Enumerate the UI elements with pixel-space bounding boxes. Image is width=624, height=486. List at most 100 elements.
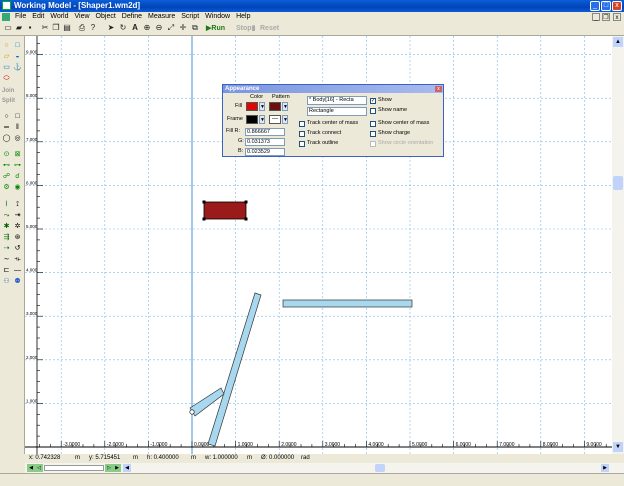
menu-window[interactable]: Window <box>202 12 233 22</box>
menu-world[interactable]: World <box>47 12 71 22</box>
menu-object[interactable]: Object <box>93 12 119 22</box>
zoom-box-icon[interactable]: ⧉ <box>190 23 200 33</box>
multi-body-tool-icon[interactable]: ⚉ <box>13 277 22 286</box>
frame-line-style-swatch[interactable]: — <box>269 115 281 124</box>
paste-icon[interactable]: ▤ <box>62 23 72 33</box>
keyed-curved-tool-icon[interactable]: ☌ <box>13 172 22 181</box>
tape-end-icon[interactable]: ▶ <box>113 464 121 472</box>
curved-joint-tool-icon[interactable]: ☍ <box>2 172 11 181</box>
circle-tool-icon[interactable]: ○ <box>2 41 11 50</box>
rigid-joint-tool-icon[interactable]: ⊠ <box>13 150 22 159</box>
pin-joint-tool-icon[interactable]: ⊙ <box>2 150 11 159</box>
playback-tape-slider[interactable] <box>44 465 104 471</box>
save-icon[interactable]: ▪ <box>25 23 35 33</box>
mdi-close-button[interactable]: x <box>613 13 621 21</box>
slot-tool-icon[interactable]: ═ <box>2 123 11 132</box>
red-value-input[interactable]: 0.866667 <box>245 128 285 136</box>
rotational-damper-tool-icon[interactable]: ✲ <box>13 222 22 231</box>
scroll-left-arrow-icon[interactable]: ◀ <box>123 464 131 472</box>
fill-color-dropdown-icon[interactable]: ▼ <box>259 102 265 111</box>
rotate-tool-icon[interactable]: ↻ <box>118 23 128 33</box>
dialog-close-button[interactable]: x <box>435 86 442 92</box>
anchor-tool-icon[interactable]: ⚓ <box>13 63 22 72</box>
frame-line-dropdown-icon[interactable]: ▼ <box>282 115 288 124</box>
fill-pattern-swatch[interactable] <box>269 102 281 111</box>
close-button[interactable]: x <box>612 1 622 11</box>
rectangle-tool-icon[interactable]: ▭ <box>2 63 11 72</box>
show-charge-checkbox[interactable] <box>370 131 376 137</box>
blue-value-input[interactable]: 0.023529 <box>245 148 285 156</box>
frame-color-dropdown-icon[interactable]: ▼ <box>259 115 265 124</box>
run-button[interactable]: ▶Run <box>206 23 225 34</box>
minimize-button[interactable]: _ <box>590 1 600 11</box>
pan-icon[interactable]: ✛ <box>178 23 188 33</box>
curved-slot-tool-icon[interactable]: ◯ <box>2 134 11 143</box>
vertical-slot-tool-icon[interactable]: ‖ <box>13 123 22 132</box>
stop-button[interactable]: Stop▮ <box>236 23 255 34</box>
spring-tool-icon[interactable]: ⌇ <box>2 200 11 209</box>
slot-joint-tool-icon[interactable]: ⊶ <box>13 161 22 170</box>
menu-edit[interactable]: Edit <box>29 12 47 22</box>
horizontal-scroll-thumb[interactable] <box>375 464 385 472</box>
frame-color-swatch[interactable] <box>246 115 258 124</box>
pointer-tool-icon[interactable]: ➤ <box>106 23 116 33</box>
menu-measure[interactable]: Measure <box>145 12 178 22</box>
cut-icon[interactable]: ✂ <box>40 23 50 33</box>
show-checkbox[interactable]: ✓ <box>370 98 376 104</box>
new-file-icon[interactable]: ▭ <box>3 23 13 33</box>
scroll-up-arrow-icon[interactable]: ▲ <box>613 37 623 47</box>
mdi-restore-button[interactable]: ❐ <box>602 13 610 21</box>
separator-tool-icon[interactable]: ⇥ <box>13 211 22 220</box>
pulley-tool-icon[interactable]: ◉ <box>13 183 22 192</box>
zoom-fit-icon[interactable]: ⤢ <box>166 23 176 33</box>
scroll-right-arrow-icon[interactable]: ▶ <box>601 464 609 472</box>
control-tool-icon[interactable]: — <box>13 266 22 275</box>
torque-tool-icon[interactable]: ↺ <box>13 244 22 253</box>
split-button[interactable]: Split <box>2 98 15 104</box>
rod-tool-icon[interactable]: ∼ <box>2 255 11 264</box>
text-tool-icon[interactable]: A <box>130 23 140 33</box>
copy-icon[interactable]: ❐ <box>51 23 61 33</box>
menu-file[interactable]: File <box>12 12 29 22</box>
tape-back-icon[interactable]: ◁ <box>35 464 43 472</box>
tape-forward-icon[interactable]: ▷ <box>105 464 113 472</box>
scroll-down-arrow-icon[interactable]: ▼ <box>613 442 623 452</box>
reset-button[interactable]: Reset <box>260 23 279 34</box>
zoom-out-icon[interactable]: ⊖ <box>154 23 164 33</box>
name-input[interactable]: Rectangle <box>307 107 367 116</box>
show-name-checkbox[interactable] <box>370 108 376 114</box>
green-value-input[interactable]: 0.031373 <box>245 138 285 146</box>
group-tool-icon[interactable]: ⚇ <box>2 277 11 286</box>
rotational-spring-tool-icon[interactable]: ✱ <box>2 222 11 231</box>
open-folder-icon[interactable]: ▰ <box>14 23 24 33</box>
motor-tool-icon[interactable]: ⊛ <box>13 233 22 242</box>
point-tool-icon[interactable]: ○ <box>2 112 11 121</box>
show-center-checkbox[interactable] <box>370 121 376 127</box>
track-outline-checkbox[interactable] <box>299 141 305 147</box>
join-button[interactable]: Join <box>2 88 14 94</box>
square-point-tool-icon[interactable]: □ <box>13 112 22 121</box>
force-tool-icon[interactable]: ⇢ <box>2 244 11 253</box>
keyed-slot-tool-icon[interactable]: ⊷ <box>2 161 11 170</box>
help-icon[interactable]: ? <box>88 23 98 33</box>
ellipse-tool-icon[interactable]: ⬭ <box>2 74 11 83</box>
meter-tool-icon[interactable]: ⊏ <box>2 266 11 275</box>
curved-body-tool-icon[interactable]: ◒ <box>13 52 22 61</box>
maximize-button[interactable]: □ <box>601 1 611 11</box>
track-center-checkbox[interactable] <box>299 121 305 127</box>
menu-view[interactable]: View <box>72 12 93 22</box>
tape-start-icon[interactable]: ◀ <box>27 464 35 472</box>
polygon-tool-icon[interactable]: ▱ <box>2 52 11 61</box>
actuator-tool-icon[interactable]: ⇶ <box>2 233 11 242</box>
damper-tool-icon[interactable]: ⟟ <box>13 200 22 209</box>
body-select[interactable]: * Body[16] - Recta <box>307 96 367 105</box>
rope-tool-icon[interactable]: ⤳ <box>2 211 11 220</box>
menu-define[interactable]: Define <box>119 12 145 22</box>
fill-color-swatch[interactable] <box>246 102 258 111</box>
menu-script[interactable]: Script <box>178 12 202 22</box>
closed-slot-tool-icon[interactable]: ◎ <box>13 134 22 143</box>
linear-rod-tool-icon[interactable]: ⟛ <box>13 255 22 264</box>
print-icon[interactable]: ⎙ <box>77 23 87 33</box>
menu-help[interactable]: Help <box>233 12 253 22</box>
gear-tool-icon[interactable]: ⚙ <box>2 183 11 192</box>
